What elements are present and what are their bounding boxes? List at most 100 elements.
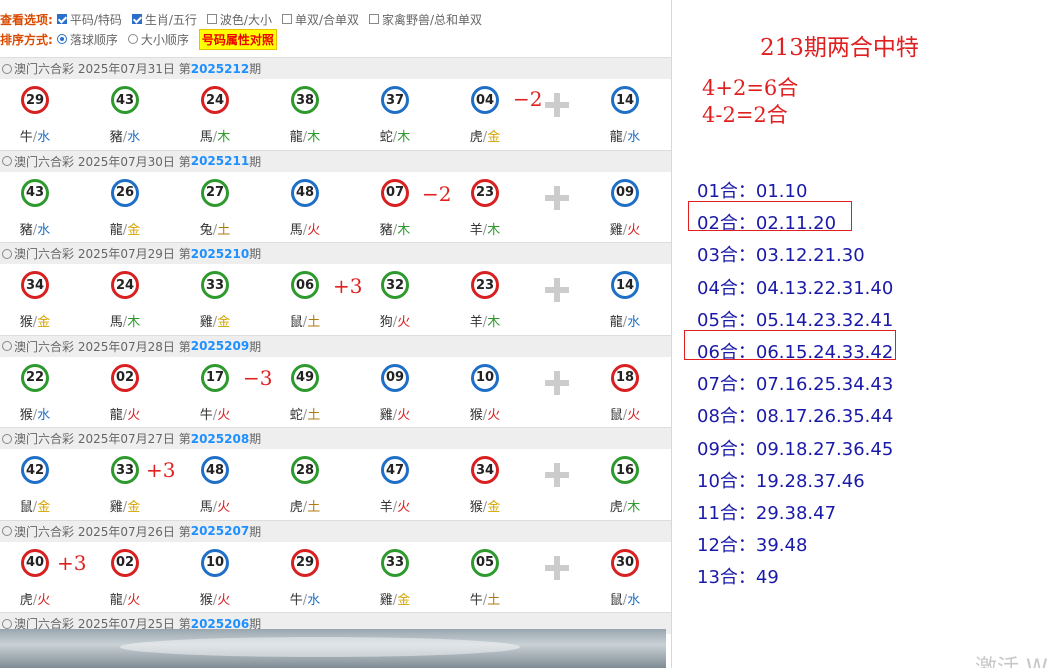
ball-cell: 49 蛇/土 — [278, 357, 338, 427]
ball-cell: 24 馬/木 — [188, 79, 248, 149]
ball-cell: 33 雞/金 — [188, 264, 248, 334]
view-option-label: 生肖/五行 — [144, 12, 197, 27]
combo-group-3: 03合：03.12.21.30 — [697, 245, 865, 267]
radio-icon[interactable] — [127, 34, 138, 44]
draw-issue-number[interactable]: 2025207 — [191, 524, 249, 538]
number-ball: 04 — [471, 86, 499, 114]
zodiac-label: 馬 — [199, 130, 213, 145]
number-ball: 49 — [291, 363, 319, 392]
draw-issue-number[interactable]: 2025212 — [191, 62, 249, 76]
ball-cell: 09 雞/火 — [368, 357, 428, 427]
zodiac-element-label: 鼠/金 — [19, 500, 51, 515]
prediction-title: 213期两合中特 — [760, 35, 919, 61]
combo-group-12: 12合：39.48 — [697, 535, 808, 557]
checkbox-icon[interactable] — [369, 14, 379, 24]
zodiac-element-label: 虎/土 — [289, 500, 321, 515]
sort-options: 排序方式: 落球顺序 大小顺序 号码属性对照 — [0, 28, 277, 50]
zodiac-element-label: 虎/金 — [469, 130, 501, 145]
ball-cell: 33 雞/金 — [368, 542, 428, 612]
draw-row: 澳门六合彩 2025年07月26日 第 2025207 期 40 虎/火 02 龍/火 10 猴… — [0, 519, 671, 612]
zodiac-element-label: 猴/火 — [199, 592, 231, 608]
number-ball: 34 — [21, 271, 49, 299]
ball-cell: 05 牛/土 — [458, 542, 518, 612]
zodiac-label: 雞 — [379, 592, 393, 608]
sort-option-0[interactable]: 落球顺序 — [56, 31, 118, 48]
ball-cell: 30 鼠/水 — [598, 542, 658, 612]
zodiac-label: 狗 — [379, 315, 393, 330]
draw-header: 澳门六合彩 2025年07月30日 第 2025211 期 — [0, 149, 671, 172]
draw-header-prefix: 澳门六合彩 2025年07月28日 第 — [14, 339, 191, 354]
element-label: 木 — [397, 222, 411, 238]
zodiac-element-label: 豬/木 — [379, 222, 411, 238]
zodiac-label: 猴 — [469, 500, 483, 515]
draw-header: 澳门六合彩 2025年07月27日 第 2025208 期 — [0, 427, 671, 449]
zodiac-label: 龍 — [609, 315, 623, 330]
number-ball: 37 — [381, 86, 409, 114]
zodiac-label: 牛 — [19, 130, 33, 145]
checkbox-icon[interactable] — [56, 14, 67, 24]
ball-cell: 23 羊/木 — [458, 172, 518, 242]
number-ball: 23 — [471, 271, 499, 299]
draw-issue-number[interactable]: 2025210 — [191, 247, 249, 261]
draw-row: 澳门六合彩 2025年07月27日 第 2025208 期 42 鼠/金 33 雞/金 48 馬… — [0, 427, 671, 519]
results-panel: 查看选项: 平码/特码 生肖/五行 波色/大小 单双/合单双 家禽野兽/总和单双 排序方… — [0, 0, 672, 668]
view-option-1[interactable]: 生肖/五行 — [131, 11, 197, 28]
zodiac-element-label: 雞/金 — [109, 500, 141, 515]
draw-row: 澳门六合彩 2025年07月31日 第 2025212 期 29 牛/水 43 豬/水 24 馬… — [0, 57, 671, 149]
element-label: 木 — [627, 500, 641, 515]
view-option-3[interactable]: 单双/合单双 — [281, 11, 359, 28]
ball-cell: 04 虎/金 — [458, 79, 518, 149]
view-options-label: 查看选项: — [0, 12, 53, 27]
checkbox-icon[interactable] — [131, 14, 142, 24]
zodiac-element-label: 猴/金 — [469, 500, 501, 515]
calc-line-1: 4+2=6合 — [702, 76, 799, 100]
view-option-4[interactable]: 家禽野兽/总和单双 — [369, 11, 482, 28]
draw-header-prefix: 澳门六合彩 2025年07月30日 第 — [14, 154, 191, 169]
draw-issue-number[interactable]: 2025211 — [191, 154, 249, 168]
plus-icon — [545, 463, 569, 487]
draw-issue-number[interactable]: 2025209 — [191, 339, 249, 353]
number-ball: 40 — [21, 548, 49, 577]
ball-cell: 07 豬/木 — [368, 172, 428, 242]
lottery-logo-icon — [2, 248, 12, 259]
zodiac-element-label: 豬/水 — [109, 130, 141, 145]
ball-cell: 48 馬/火 — [278, 172, 338, 242]
prediction-panel: 213期两合中特 4+2=6合 4-2=2合 01合：01.10 02合：02.1… — [680, 0, 1060, 668]
combo-group-9: 09合：09.18.27.36.45 — [697, 438, 894, 460]
element-label: 金 — [37, 500, 51, 515]
number-ball: 33 — [381, 548, 409, 577]
zodiac-element-label: 虎/木 — [609, 500, 641, 515]
zodiac-label: 猴 — [469, 407, 483, 423]
element-label: 火 — [397, 407, 411, 423]
number-ball: 05 — [471, 548, 499, 577]
plus-icon — [545, 185, 569, 210]
element-label: 木 — [307, 130, 321, 145]
element-label: 木 — [217, 130, 231, 145]
view-option-0[interactable]: 平码/特码 — [56, 11, 122, 28]
ball-cell: 17 牛/火 — [188, 357, 248, 427]
element-label: 水 — [627, 130, 641, 145]
zodiac-label: 雞 — [199, 315, 213, 330]
draw-issue-number[interactable]: 2025208 — [191, 432, 249, 446]
number-ball: 33 — [201, 271, 229, 299]
zodiac-label: 龍 — [109, 407, 123, 423]
zodiac-element-label: 牛/土 — [469, 592, 501, 608]
view-option-2[interactable]: 波色/大小 — [206, 11, 272, 28]
checkbox-icon[interactable] — [281, 14, 292, 24]
zodiac-element-label: 雞/金 — [379, 592, 411, 608]
zodiac-label: 虎 — [469, 130, 483, 145]
element-label: 火 — [217, 592, 231, 608]
sort-option-1[interactable]: 大小顺序 — [127, 31, 189, 48]
checkbox-icon[interactable] — [206, 14, 217, 24]
zodiac-label: 羊 — [469, 315, 483, 330]
ball-cell: 10 猴/火 — [188, 542, 248, 612]
ball-cell: 38 龍/木 — [278, 79, 338, 149]
number-ball: 22 — [21, 363, 49, 392]
attribute-table-link[interactable]: 号码属性对照 — [198, 28, 277, 50]
number-ball: 29 — [291, 548, 319, 577]
radio-icon[interactable] — [56, 34, 67, 44]
ball-cell: 37 蛇/木 — [368, 79, 428, 149]
zodiac-element-label: 羊/木 — [469, 315, 501, 330]
number-ball: 07 — [381, 178, 409, 207]
zodiac-label: 豬 — [379, 222, 393, 238]
